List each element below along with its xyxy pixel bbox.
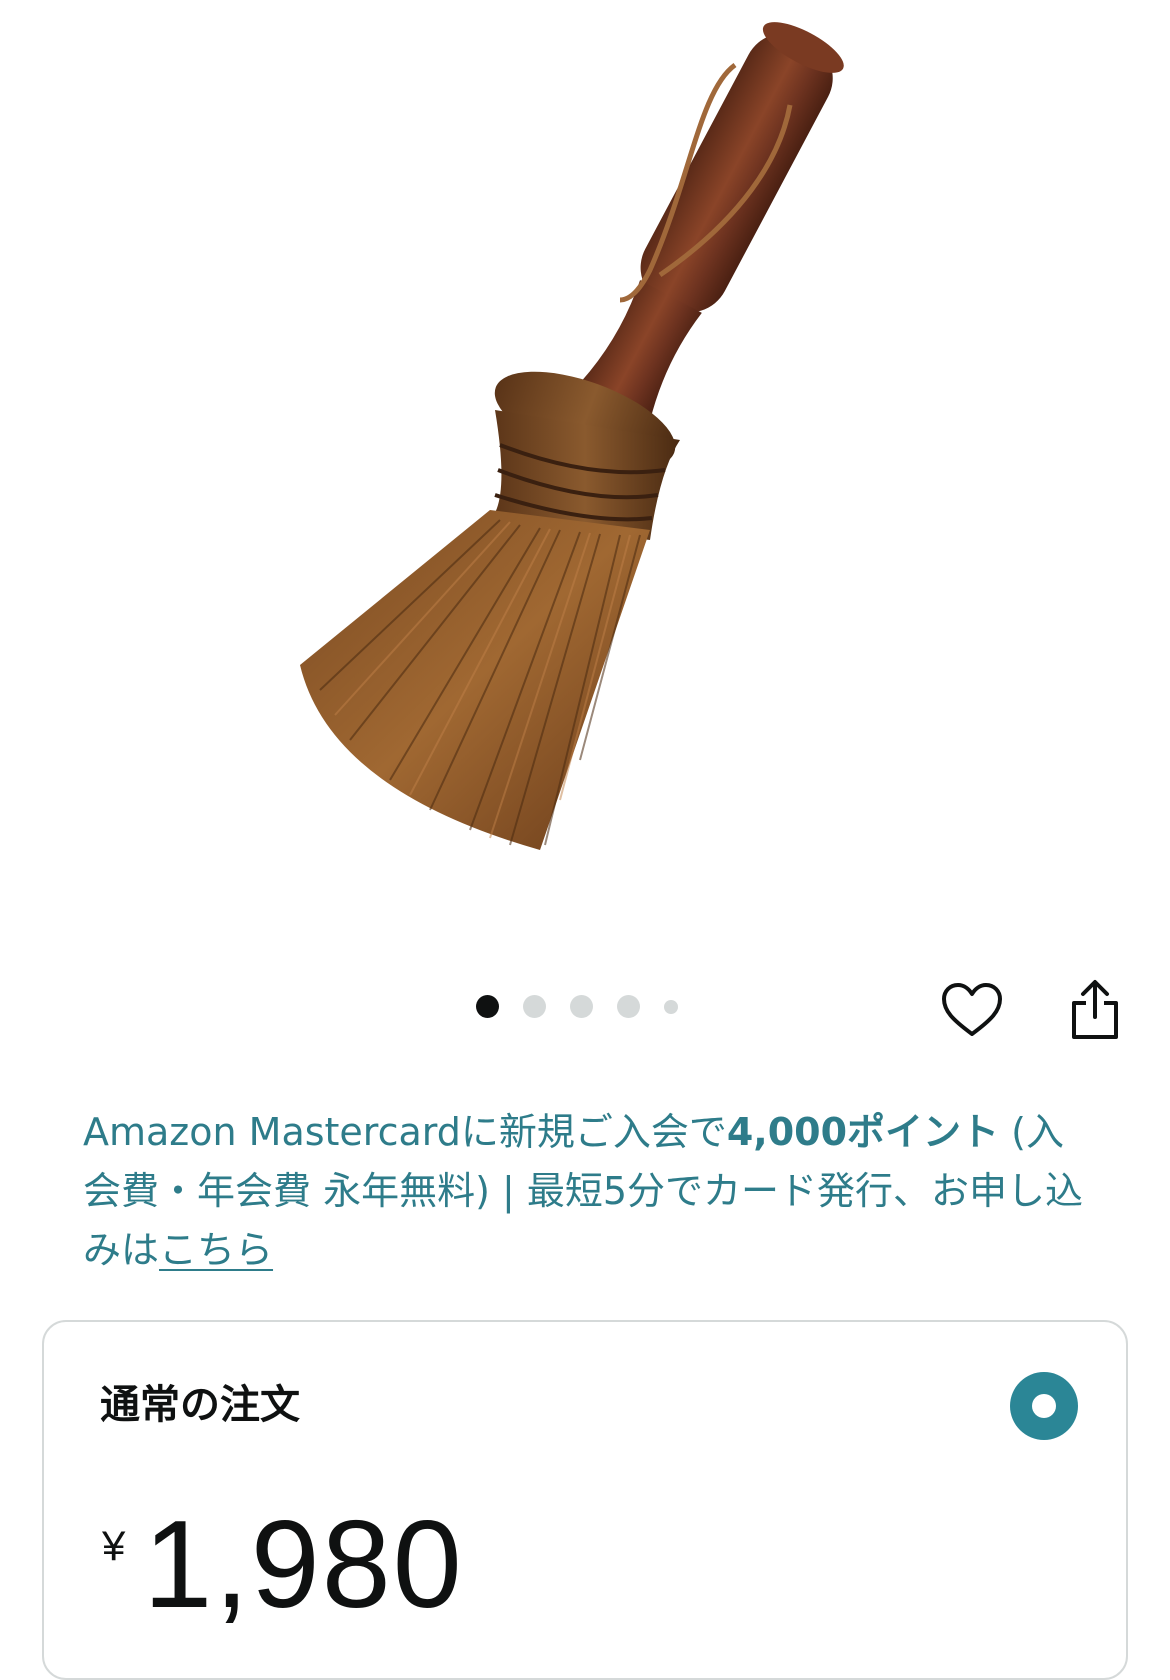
broom-image — [300, 22, 844, 850]
price: ¥ 1,980 — [102, 1500, 464, 1630]
heart-icon — [942, 983, 1002, 1036]
order-radio-selected[interactable] — [1010, 1372, 1078, 1440]
mastercard-promo: Amazon Mastercardに新規ご入会で4,000ポイント (入会費・年… — [83, 1103, 1093, 1280]
radio-inner — [1032, 1394, 1056, 1418]
carousel-dot-5[interactable] — [664, 999, 678, 1014]
promo-points: 4,000ポイント — [726, 1110, 1000, 1154]
order-title: 通常の注文 — [100, 1382, 300, 1428]
carousel-dot-1[interactable] — [476, 995, 499, 1018]
promo-text: Amazon Mastercardに新規ご入会で — [83, 1110, 727, 1154]
carousel-dots — [476, 995, 678, 1018]
product-image-area[interactable] — [0, 0, 1170, 950]
share-button[interactable] — [1060, 975, 1130, 1045]
share-icon — [1072, 980, 1118, 1039]
carousel-dot-4[interactable] — [617, 995, 640, 1018]
currency-symbol: ¥ — [102, 1522, 126, 1569]
order-option-card[interactable]: 通常の注文 ¥ 1,980 — [42, 1320, 1128, 1680]
promo-link[interactable]: こちら — [159, 1228, 273, 1272]
wishlist-button[interactable] — [937, 975, 1007, 1045]
carousel-dot-2[interactable] — [523, 995, 546, 1018]
price-amount: 1,980 — [143, 1496, 464, 1634]
carousel-dot-3[interactable] — [570, 995, 593, 1018]
